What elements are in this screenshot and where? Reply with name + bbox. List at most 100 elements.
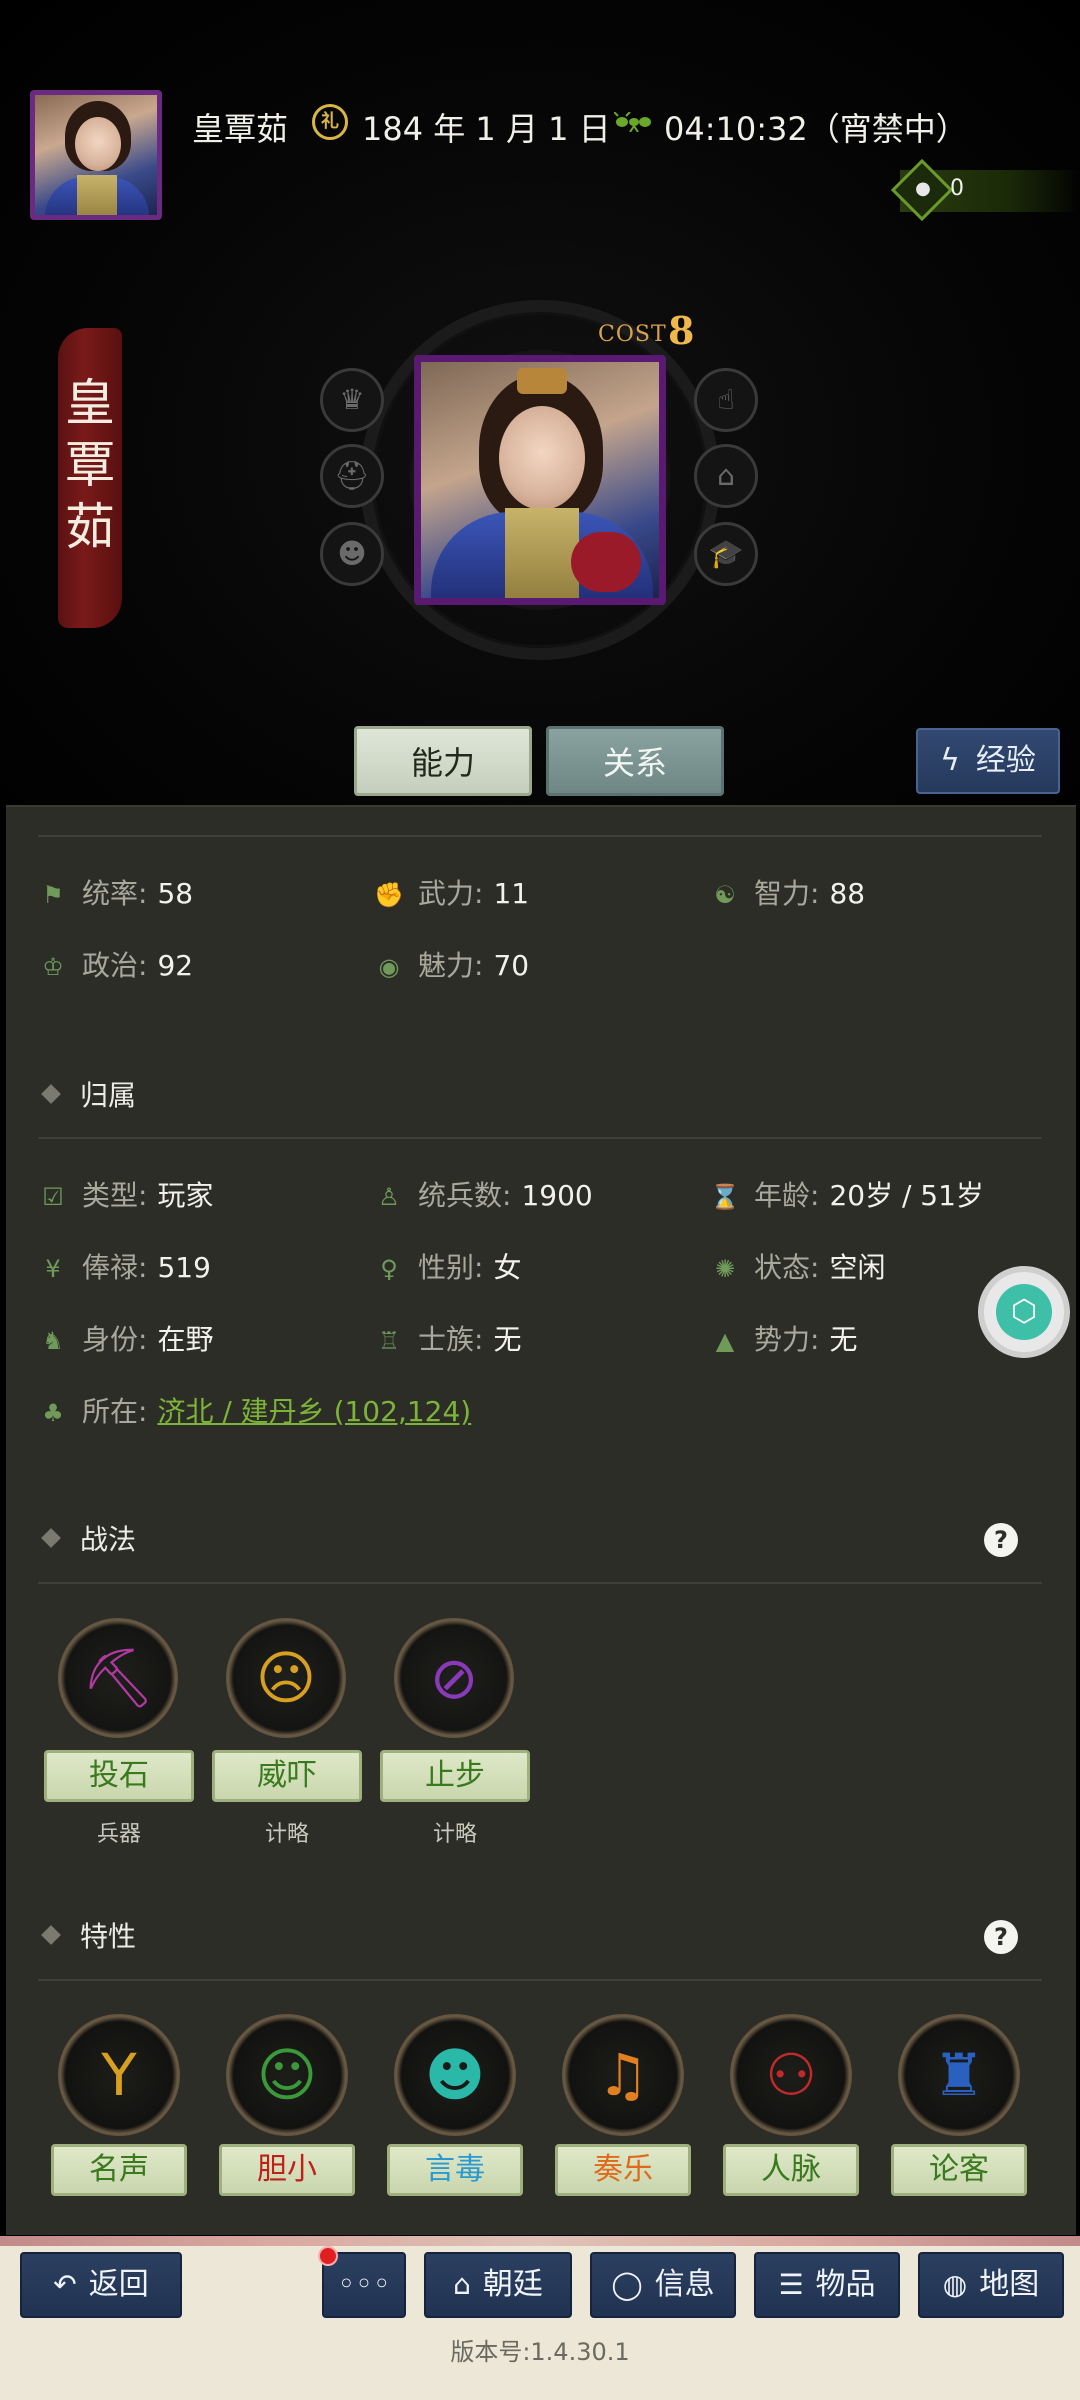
info-identity: ♞ 身份: 在野 bbox=[38, 1320, 213, 1360]
info-value: 无 bbox=[493, 1323, 522, 1356]
stat-intellect: ☯ 智力: 88 bbox=[710, 874, 865, 914]
stat-politics: ♔ 政治: 92 bbox=[38, 946, 193, 986]
stat-label: 统率: bbox=[82, 877, 148, 910]
items-label: 物品 bbox=[815, 2267, 876, 2302]
tab-relation[interactable]: 关系 bbox=[546, 726, 724, 796]
intimidate-icon[interactable]: ☹ bbox=[226, 1618, 346, 1738]
tab-ability[interactable]: 能力 bbox=[354, 726, 532, 796]
info-button[interactable]: ◯ 信息 bbox=[590, 2252, 736, 2318]
banner-name: 皇 覃 茹 bbox=[58, 372, 122, 558]
boot-icon[interactable]: ⊘ bbox=[394, 1618, 514, 1738]
divider bbox=[38, 1979, 1042, 1981]
diamond-bullet-icon bbox=[41, 1084, 61, 1104]
court-button[interactable]: ⌂ 朝廷 bbox=[424, 2252, 572, 2318]
scroll-icon: ☰ bbox=[778, 2268, 804, 2301]
cost-label: COST bbox=[598, 322, 667, 347]
traits-help-icon[interactable]: ? bbox=[984, 1920, 1018, 1954]
tactic-type: 计略 bbox=[264, 1822, 309, 1847]
items-button[interactable]: ☰ 物品 bbox=[754, 2252, 900, 2318]
soldier-icon: ♙ bbox=[378, 1183, 400, 1211]
trait-label[interactable]: 论客 bbox=[891, 2144, 1027, 2196]
info-label: 所在: bbox=[82, 1395, 148, 1428]
stat-label: 魅力: bbox=[418, 949, 484, 982]
back-label: 返回 bbox=[88, 2267, 149, 2302]
divider bbox=[38, 835, 1042, 837]
hat-slot-icon[interactable]: ⌂ bbox=[694, 444, 758, 508]
player-avatar[interactable] bbox=[30, 90, 162, 220]
calendar-check-icon: ☑ bbox=[42, 1183, 64, 1211]
tent-icon: ▲ bbox=[715, 1327, 735, 1355]
trait-label[interactable]: 奏乐 bbox=[555, 2144, 691, 2196]
diamond-bullet-icon bbox=[41, 1528, 61, 1548]
version-text: 版本号:1.4.30.1 bbox=[450, 2338, 630, 2366]
flag-icon: ⚑ bbox=[42, 881, 64, 909]
info-label: 性别: bbox=[418, 1251, 484, 1284]
palace-icon: ⌂ bbox=[453, 2268, 471, 2301]
crown-slot-icon[interactable]: ♛ bbox=[320, 368, 384, 432]
diamond-bullet-icon bbox=[41, 1925, 61, 1945]
info-clan: ♖ 士族: 无 bbox=[374, 1320, 521, 1360]
map-button[interactable]: ◍ 地图 bbox=[918, 2252, 1064, 2318]
tactic-label[interactable]: 止步 bbox=[380, 1750, 530, 1802]
bottom-decor-strip bbox=[0, 2236, 1080, 2246]
location-link[interactable]: 济北 / 建丹乡 (102,124) bbox=[157, 1395, 471, 1428]
gender-icon: ♀ bbox=[380, 1255, 398, 1283]
ability-panel[interactable] bbox=[6, 805, 1076, 2235]
crown-icon: ♔ bbox=[42, 953, 64, 981]
character-portrait bbox=[414, 355, 666, 605]
ant-icon bbox=[614, 112, 651, 132]
info-value: 空闲 bbox=[829, 1251, 886, 1284]
back-button[interactable]: ↶ 返回 bbox=[20, 2252, 182, 2318]
mask-slot-icon[interactable]: ☻ bbox=[320, 522, 384, 586]
section-title-text: 特性 bbox=[80, 1920, 137, 1953]
catapult-icon[interactable]: ⛏ bbox=[58, 1618, 178, 1738]
trait-label[interactable]: 胆小 bbox=[219, 2144, 355, 2196]
back-arrow-icon: ↶ bbox=[53, 2268, 77, 2301]
person-icon: ♞ bbox=[42, 1327, 64, 1355]
trait-label[interactable]: 名声 bbox=[51, 2144, 187, 2196]
banner-char: 覃 bbox=[65, 436, 115, 494]
helmet-slot-icon[interactable]: ⛑ bbox=[320, 444, 384, 508]
info-status: ✺ 状态: 空闲 bbox=[710, 1248, 886, 1288]
medal-icon[interactable]: Y bbox=[58, 2014, 180, 2136]
age-icon: ⌛ bbox=[710, 1183, 740, 1211]
hand-slot-icon[interactable]: ☝ bbox=[694, 368, 758, 432]
tactic-label[interactable]: 投石 bbox=[44, 1750, 194, 1802]
stat-value: 58 bbox=[157, 877, 194, 910]
section-title-traits: 特性 bbox=[41, 1917, 137, 1957]
banner-char: 茹 bbox=[65, 498, 115, 556]
tactic-label[interactable]: 威吓 bbox=[212, 1750, 362, 1802]
grin-icon[interactable]: ☻ bbox=[394, 2014, 516, 2136]
brain-icon: ☯ bbox=[714, 881, 736, 909]
info-salary: ¥ 俸禄: 519 bbox=[38, 1248, 211, 1288]
stat-value: 92 bbox=[157, 949, 194, 982]
people-icon[interactable]: ⚇ bbox=[730, 2014, 852, 2136]
trait-label[interactable]: 人脉 bbox=[723, 2144, 859, 2196]
tactic-type: 计略 bbox=[432, 1822, 477, 1847]
experience-button[interactable]: ϟ 经验 bbox=[916, 728, 1060, 794]
yen-coin-icon: ¥ bbox=[45, 1255, 61, 1283]
music-note-icon[interactable]: ♫ bbox=[562, 2014, 684, 2136]
calendar-icon: 礼 bbox=[312, 104, 348, 140]
debater-icon[interactable]: ♜ bbox=[898, 2014, 1020, 2136]
currency-value: 0 bbox=[950, 176, 964, 201]
cube-icon[interactable]: ⬡ bbox=[996, 1284, 1052, 1340]
divider bbox=[38, 1137, 1042, 1139]
info-troops: ♙ 统兵数: 1900 bbox=[374, 1176, 592, 1216]
stat-label: 智力: bbox=[754, 877, 820, 910]
section-title-text: 战法 bbox=[80, 1523, 137, 1556]
stat-value: 11 bbox=[493, 877, 530, 910]
cowering-icon[interactable]: ☺ bbox=[226, 2014, 348, 2136]
divider bbox=[38, 1582, 1042, 1584]
trait-label[interactable]: 言毒 bbox=[387, 2144, 523, 2196]
stat-force: ✊ 武力: 11 bbox=[374, 874, 529, 914]
graduation-cap-slot-icon[interactable]: 🎓 bbox=[694, 522, 758, 586]
info-label: 信息 bbox=[654, 2267, 715, 2302]
tactics-help-icon[interactable]: ? bbox=[984, 1523, 1018, 1557]
map-label: 地图 bbox=[979, 2267, 1040, 2302]
info-label: 身份: bbox=[82, 1323, 148, 1356]
status-icon: ✺ bbox=[714, 1255, 736, 1283]
stat-value: 70 bbox=[493, 949, 530, 982]
game-time: 04:10:32（宵禁中） bbox=[664, 110, 968, 148]
globe-icon: ◍ bbox=[942, 2268, 968, 2301]
